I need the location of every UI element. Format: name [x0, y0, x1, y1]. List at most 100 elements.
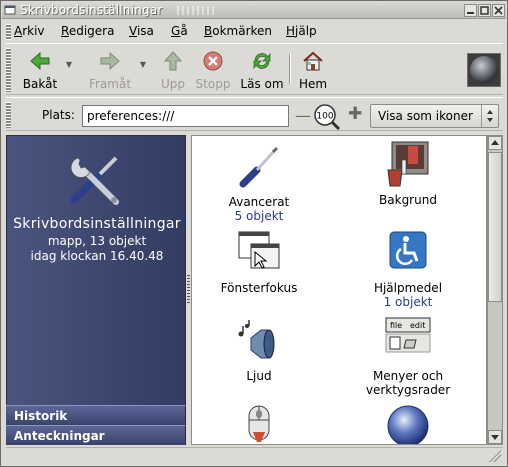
back-label: Bakåt — [22, 77, 58, 91]
paint-bucket-icon — [387, 141, 429, 187]
item-label: Fönsterfokus — [220, 281, 298, 295]
location-input[interactable] — [82, 105, 289, 127]
menu-hjalp[interactable]: Hjälp — [286, 24, 317, 38]
forward-button[interactable]: Framåt ▼ — [86, 48, 146, 92]
window-title: Skrivbordsinställningar — [20, 3, 163, 17]
up-down-arrows-icon — [487, 110, 493, 122]
reload-icon — [253, 52, 271, 70]
title-bar[interactable]: Skrivbordsinställningar — [2, 2, 506, 19]
folder-date: idag klockan 16.40.48 — [30, 249, 164, 263]
reload-label: Läs om — [240, 77, 284, 91]
forward-label: Framåt — [88, 77, 132, 91]
zoom-level-text: 100 — [316, 112, 333, 122]
menu-bokmarken[interactable]: Bokmärken — [204, 24, 272, 38]
mouse-icon — [248, 405, 270, 442]
menu-bar: Arkiv Redigera Visa Gå Bokmärken Hjälp — [6, 22, 503, 42]
reload-button[interactable]: Läs om — [240, 48, 284, 92]
scroll-up-button[interactable] — [488, 136, 502, 150]
item-label: Hjälpmedel — [373, 281, 443, 295]
menu-icon-edit: edit — [410, 321, 425, 330]
toolbar-grip[interactable] — [6, 48, 11, 92]
home-label: Hem — [298, 77, 328, 91]
status-bar — [6, 447, 503, 464]
arrow-up-small-icon — [491, 140, 499, 145]
item-fonsterfokus[interactable]: Fönsterfokus — [194, 228, 324, 295]
forward-history-arrow-icon[interactable]: ▼ — [140, 60, 146, 69]
up-label: Upp — [160, 77, 186, 91]
stop-button[interactable]: Stopp — [194, 48, 232, 92]
speaker-icon — [238, 320, 275, 359]
item-label-line2: verktygsrader — [365, 383, 451, 397]
arrow-right-icon — [100, 51, 120, 71]
throbber-icon — [470, 56, 498, 84]
scroll-down-button[interactable] — [488, 430, 502, 444]
screwdriver-icon — [239, 146, 279, 188]
locationbar-grip[interactable] — [6, 102, 11, 128]
item-count: 1 objekt — [383, 295, 433, 309]
view-mode-spinner[interactable] — [481, 105, 498, 127]
toolbar: Bakåt ▼ Framåt ▼ Upp Stopp Läs om Hem — [6, 43, 503, 95]
minimize-icon — [467, 12, 474, 14]
close-icon — [494, 6, 503, 15]
menu-arkiv[interactable]: Arkiv — [14, 24, 45, 38]
folder-info: mapp, 13 objekt — [47, 234, 147, 248]
item-ljud[interactable]: Ljud — [194, 316, 324, 383]
item-label: Menyer och — [372, 369, 444, 383]
location-bar: Plats: — 100 ✚ Visa som ikoner — [6, 97, 503, 131]
item-avancerat[interactable]: Avancerat 5 objekt — [194, 142, 324, 223]
home-icon — [303, 51, 323, 71]
item-mouse[interactable] — [194, 402, 324, 444]
menubar-grip[interactable] — [6, 24, 11, 40]
tools-icon — [70, 156, 119, 205]
menu-redigera[interactable]: Redigera — [61, 24, 114, 38]
item-label: Bakgrund — [379, 193, 437, 207]
home-button[interactable]: Hem — [296, 48, 330, 92]
sidebar-tab-historik[interactable]: Historik — [6, 405, 186, 425]
arrow-down-small-icon — [491, 435, 499, 440]
title-decoration — [177, 6, 217, 15]
menus-toolbars-icon: file edit — [385, 317, 431, 353]
icon-view[interactable]: Avancerat 5 objekt Bakgrund Fönsterfokus — [191, 135, 487, 445]
activity-throbber — [467, 53, 501, 87]
menu-visa[interactable]: Visa — [129, 24, 154, 38]
window-focus-icon — [238, 231, 280, 269]
resize-grip[interactable] — [489, 450, 501, 462]
splitter-grip — [187, 275, 190, 305]
sidebar: Skrivbordsinställningar mapp, 13 objekt … — [6, 135, 186, 445]
back-history-arrow-icon[interactable]: ▼ — [66, 60, 72, 69]
maximize-icon — [480, 6, 489, 15]
item-bakgrund[interactable]: Bakgrund — [343, 140, 473, 207]
item-hjalpmedel[interactable]: Hjälpmedel 1 objekt — [343, 228, 473, 309]
window-menu-icon[interactable] — [4, 4, 16, 16]
item-count: 5 objekt — [234, 209, 284, 223]
item-globe[interactable] — [343, 402, 473, 444]
menu-ga[interactable]: Gå — [171, 24, 188, 38]
vertical-scrollbar[interactable] — [487, 135, 503, 445]
maximize-button[interactable] — [478, 4, 491, 17]
globe-icon — [387, 405, 429, 444]
item-label: Ljud — [246, 369, 272, 383]
location-label: Plats: — [42, 108, 75, 122]
folder-name: Skrivbordsinställningar — [13, 216, 181, 232]
minimize-button[interactable] — [464, 4, 477, 17]
back-button[interactable]: Bakåt ▼ — [20, 48, 72, 92]
arrow-up-icon — [163, 51, 183, 71]
close-button[interactable] — [492, 4, 505, 17]
scroll-thumb[interactable] — [488, 152, 502, 302]
zoom-in-button[interactable]: ✚ — [348, 104, 362, 124]
item-menyer-verktygsrader[interactable]: file edit Menyer och verktygsrader — [343, 316, 473, 397]
view-mode-value: Visa som ikoner — [378, 109, 473, 123]
zoom-out-button[interactable]: — — [295, 106, 311, 125]
menu-icon-file: file — [390, 321, 402, 330]
arrow-left-icon — [30, 51, 50, 71]
view-mode-select[interactable]: Visa som ikoner — [370, 104, 499, 128]
stop-icon — [203, 51, 223, 71]
toolbar-separator — [289, 54, 291, 84]
up-button[interactable]: Upp — [158, 48, 188, 92]
accessibility-icon — [389, 231, 427, 269]
zoom-level-button[interactable]: 100 — [313, 103, 341, 131]
sidebar-tab-anteckningar[interactable]: Anteckningar — [6, 425, 186, 445]
item-label: Avancerat — [228, 195, 290, 209]
file-manager-window: Skrivbordsinställningar Arkiv Redigera V… — [0, 0, 508, 467]
stop-label: Stopp — [195, 77, 231, 91]
